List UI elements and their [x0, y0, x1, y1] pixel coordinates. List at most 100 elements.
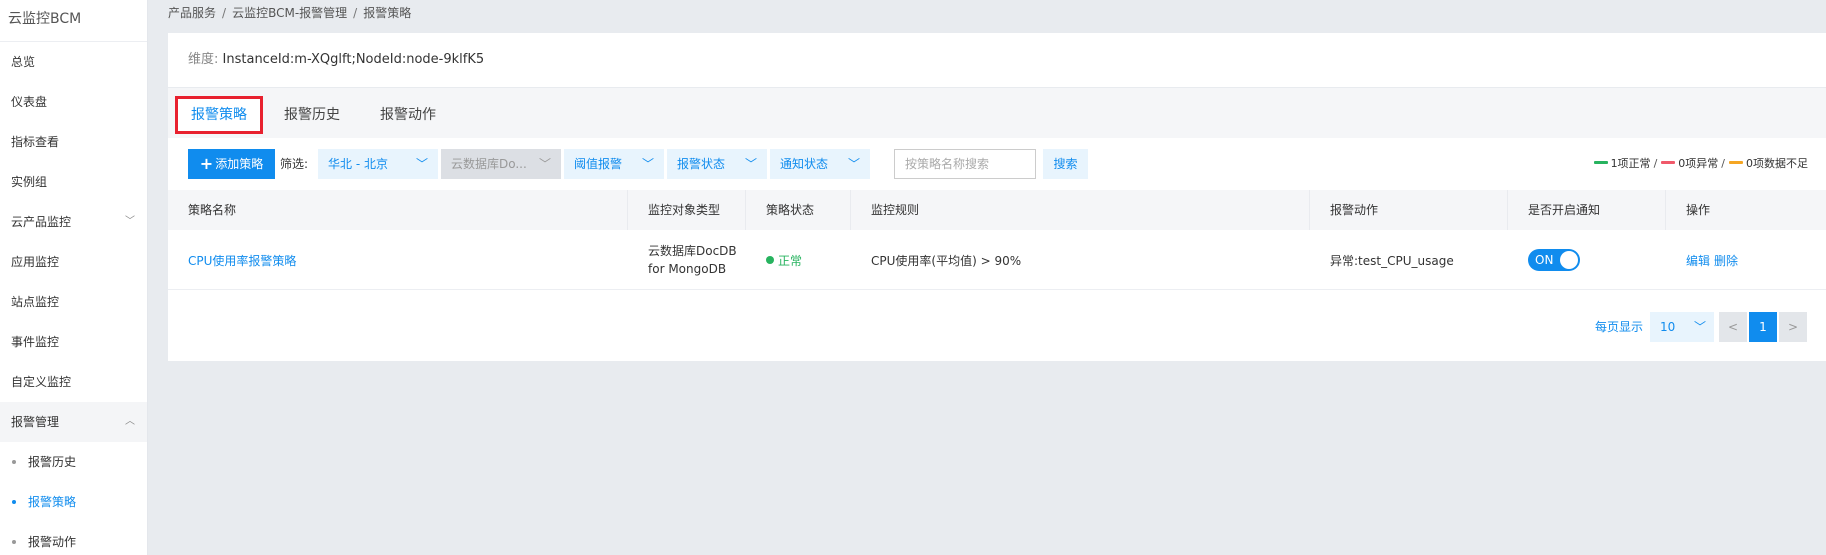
column-header-notify: 是否开启通知: [1508, 190, 1666, 230]
policy-name-cell: CPU使用率报警策略: [168, 230, 628, 290]
status-text: 正常: [778, 253, 803, 268]
legend-separator: /: [1653, 157, 1658, 170]
bullet-icon: [12, 540, 16, 544]
sidebar-item-overview[interactable]: 总览: [0, 42, 147, 82]
sidebar-item-dashboard[interactable]: 仪表盘: [0, 82, 147, 122]
delete-link[interactable]: 删除: [1714, 252, 1738, 269]
sidebar: 云监控BCM 总览 仪表盘 指标查看 实例组 云产品监控 ﹀ 应用监控 站点监控 …: [0, 0, 148, 555]
sidebar-item-label: 总览: [11, 55, 36, 69]
sidebar-item-label: 仪表盘: [11, 95, 48, 109]
notify-toggle[interactable]: ON: [1528, 249, 1580, 271]
table-header: 策略名称 监控对象类型 策略状态 监控规则 报警动作 是否开启通知 操作: [168, 190, 1826, 230]
breadcrumb-item[interactable]: 产品服务: [168, 6, 216, 20]
prev-page-button[interactable]: <: [1719, 312, 1747, 342]
column-header-policy-name: 策略名称: [168, 190, 628, 230]
sidebar-subitem-alarm-policy[interactable]: 报警策略: [0, 482, 147, 522]
breadcrumb: 产品服务 / 云监控BCM-报警管理 / 报警策略: [168, 0, 411, 26]
sidebar-item-label: 指标查看: [11, 135, 60, 149]
status-dot-icon: [766, 256, 774, 264]
chevron-down-icon: ﹀: [1693, 320, 1706, 334]
insufficient-legend-icon: [1729, 161, 1743, 164]
filter-label: 筛选:: [280, 157, 309, 171]
tab-bar: 报警策略 报警历史 报警动作: [168, 88, 1826, 138]
column-header-status: 策略状态: [746, 190, 851, 230]
page-size-select[interactable]: 10 ﹀: [1650, 312, 1714, 342]
action-text: 异常:test_CPU_usage: [1330, 253, 1454, 268]
sidebar-item-label: 云产品监控: [11, 215, 72, 229]
bullet-icon: [12, 460, 16, 464]
object-type-cell: 云数据库DocDB for MongoDB: [628, 230, 746, 290]
object-type-line2: for MongoDB: [648, 262, 727, 276]
sidebar-item-metrics[interactable]: 指标查看: [0, 122, 147, 162]
notify-state-select[interactable]: 通知状态 ﹀: [770, 149, 870, 179]
sidebar-item-app-monitor[interactable]: 应用监控: [0, 242, 147, 282]
legend-insufficient: 0项数据不足: [1746, 157, 1808, 170]
status-legend: 1项正常/0项异常/0项数据不足: [1593, 149, 1808, 179]
notify-state-value: 通知状态: [780, 157, 829, 171]
table-row: CPU使用率报警策略 云数据库DocDB for MongoDB 正常 CPU使用…: [168, 230, 1826, 290]
sidebar-title: 云监控BCM: [0, 0, 147, 42]
per-page-label: 每页显示: [1595, 320, 1644, 334]
sidebar-item-label: 事件监控: [11, 335, 60, 349]
product-type-value: 云数据库Do...: [451, 157, 527, 171]
sidebar-item-site-monitor[interactable]: 站点监控: [0, 282, 147, 322]
rule-cell: CPU使用率(平均值) > 90%: [851, 230, 1310, 290]
toolbar: + 添加策略 筛选: 华北 - 北京 ﹀ 云数据库Do... ﹀ 阈值报警 ﹀ 报警状态…: [188, 149, 1826, 179]
region-select-value: 华北 - 北京: [328, 157, 388, 171]
rule-text: CPU使用率(平均值) > 90%: [871, 253, 1022, 268]
sidebar-item-cloud-product[interactable]: 云产品监控 ﹀: [0, 202, 147, 242]
chevron-down-icon: ﹀: [415, 157, 428, 171]
tab-alarm-history[interactable]: 报警历史: [284, 98, 340, 132]
column-header-action: 报警动作: [1310, 190, 1508, 230]
dimension-card: 维度: InstanceId:m-XQglft;NodeId:node-9klf…: [168, 33, 1826, 87]
chevron-down-icon: ﹀: [744, 157, 757, 171]
legend-separator: /: [1721, 157, 1725, 170]
object-type-line1: 云数据库DocDB: [648, 244, 737, 258]
breadcrumb-separator: /: [222, 6, 227, 20]
sidebar-subitem-alarm-action[interactable]: 报警动作: [0, 522, 147, 555]
sidebar-item-instance-group[interactable]: 实例组: [0, 162, 147, 202]
sidebar-subitem-label: 报警策略: [28, 495, 77, 509]
policy-name-link[interactable]: CPU使用率报警策略: [188, 252, 296, 269]
sidebar-item-label: 实例组: [11, 175, 48, 189]
alarm-state-select[interactable]: 报警状态 ﹀: [667, 149, 767, 179]
normal-legend-icon: [1593, 161, 1608, 164]
tab-alarm-policy[interactable]: 报警策略: [175, 96, 263, 134]
toggle-knob: [1560, 251, 1578, 269]
chevron-down-icon: ﹀: [538, 157, 551, 171]
edit-link[interactable]: 编辑: [1686, 252, 1710, 269]
breadcrumb-current: 报警策略: [363, 6, 412, 20]
threshold-alarm-select[interactable]: 阈值报警 ﹀: [564, 149, 664, 179]
add-policy-label: 添加策略: [215, 157, 264, 171]
status-cell: 正常: [746, 230, 851, 290]
sidebar-item-label: 应用监控: [11, 255, 60, 269]
next-page-button[interactable]: >: [1779, 312, 1807, 342]
column-header-rule: 监控规则: [851, 190, 1310, 230]
region-select[interactable]: 华北 - 北京 ﹀: [318, 149, 438, 179]
sidebar-item-label: 自定义监控: [11, 375, 72, 389]
product-type-select: 云数据库Do... ﹀: [441, 149, 561, 179]
sidebar-subitem-label: 报警动作: [28, 535, 77, 549]
dimension-key: 维度:: [188, 52, 219, 67]
legend-abnormal: 0项异常: [1678, 157, 1719, 170]
chevron-down-icon: ﹀: [641, 157, 654, 171]
sidebar-item-event-monitor[interactable]: 事件监控: [0, 322, 147, 362]
sidebar-item-custom-monitor[interactable]: 自定义监控: [0, 362, 147, 402]
operation-cell: 编辑 删除: [1666, 230, 1826, 290]
breadcrumb-item[interactable]: 云监控BCM-报警管理: [232, 6, 347, 20]
legend-normal: 1项正常: [1610, 157, 1651, 170]
dimension-value: InstanceId:m-XQglft;NodeId:node-9klfK5: [222, 52, 485, 67]
page-number-button[interactable]: 1: [1749, 312, 1777, 342]
action-cell: 异常:test_CPU_usage: [1310, 230, 1508, 290]
sidebar-subitem-alarm-history[interactable]: 报警历史: [0, 442, 147, 482]
add-policy-button[interactable]: + 添加策略: [188, 149, 275, 179]
column-header-operation: 操作: [1686, 203, 1711, 217]
sidebar-subitem-label: 报警历史: [28, 455, 77, 469]
chevron-up-icon: ︿: [125, 416, 135, 427]
search-button[interactable]: 搜索: [1043, 149, 1088, 179]
threshold-alarm-value: 阈值报警: [574, 157, 623, 171]
sidebar-item-alarm-management[interactable]: 报警管理 ︿: [0, 402, 147, 442]
policy-search-input[interactable]: [894, 149, 1036, 179]
tab-alarm-action[interactable]: 报警动作: [380, 98, 436, 132]
column-header-object-type: 监控对象类型: [628, 190, 746, 230]
